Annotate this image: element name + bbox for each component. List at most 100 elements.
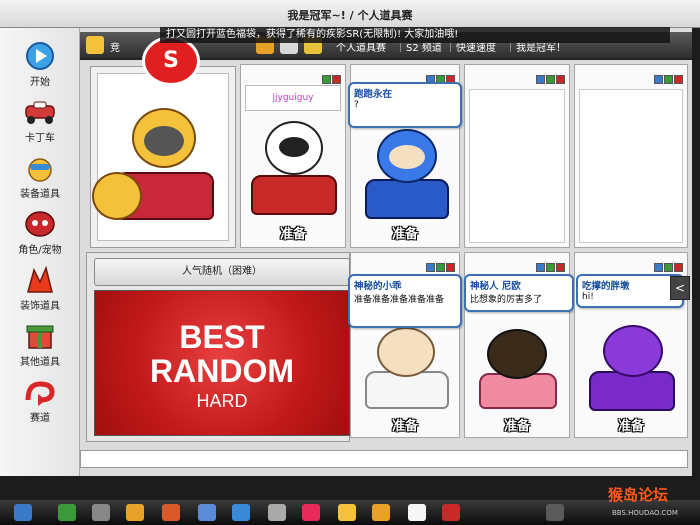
sidebar-item-kart[interactable]: 卡丁车 bbox=[6, 94, 74, 146]
host-face bbox=[144, 126, 184, 156]
track-card[interactable]: BEST RANDOM HARD bbox=[94, 290, 350, 436]
chat-bubble: 神秘的小乖 准备准备准备准备准备 bbox=[348, 274, 462, 328]
help-icon[interactable] bbox=[546, 504, 564, 521]
slot-flags bbox=[653, 69, 683, 84]
room-area: 竞 个人道具赛 S2 频道 快速速度 我是冠军！ S jjyguiguy 准备 bbox=[80, 28, 692, 476]
flag-icon bbox=[536, 263, 545, 272]
bubble-message: hi! bbox=[582, 292, 594, 302]
character-icon bbox=[25, 211, 55, 237]
announcement-ticker: 打又圆打开蓝色福袋，获得了稀有的疾影SR(无限制)! 大家加油哦! bbox=[160, 27, 670, 43]
mode-label-prefix: 竞 bbox=[110, 43, 120, 54]
sidebar-item-track[interactable]: 赛道 bbox=[6, 374, 74, 426]
bubble-message: 准备准备准备准备准备 bbox=[354, 295, 445, 305]
flag-icon bbox=[322, 75, 331, 84]
sidebar-item-character[interactable]: 角色/宠物 bbox=[6, 206, 74, 258]
user-icon bbox=[86, 36, 104, 54]
decoration-icon bbox=[27, 265, 53, 293]
player-character bbox=[603, 325, 663, 377]
player-face bbox=[389, 145, 425, 169]
other-items-icon bbox=[26, 325, 54, 349]
flag-icon bbox=[426, 263, 435, 272]
back-icon[interactable] bbox=[58, 504, 76, 521]
title-bar: 我是冠军~! / 个人道具赛 bbox=[0, 0, 700, 28]
bubble-player-name: 跑跑永在 bbox=[354, 89, 393, 100]
flag-icon bbox=[446, 263, 455, 272]
kart-icon bbox=[25, 101, 55, 124]
item-icon[interactable] bbox=[198, 504, 216, 521]
slot-flags bbox=[425, 69, 455, 84]
sidebar-item-label: 其他道具 bbox=[20, 357, 60, 368]
player-character bbox=[487, 329, 547, 379]
sidebar-item-label: 装备道具 bbox=[20, 189, 60, 200]
track-card-line3: HARD bbox=[196, 391, 248, 411]
guild-icon[interactable] bbox=[338, 504, 356, 521]
ready-status: 准备 bbox=[279, 227, 306, 242]
ranking-icon[interactable] bbox=[372, 504, 390, 521]
sidebar-item-label: 卡丁车 bbox=[25, 133, 55, 144]
sidebar-item-decoration[interactable]: 装饰道具 bbox=[6, 262, 74, 314]
sidebar-item-other-items[interactable]: 其他道具 bbox=[6, 318, 74, 370]
heart-icon[interactable] bbox=[302, 504, 320, 521]
book-icon[interactable] bbox=[408, 504, 426, 521]
host-portrait bbox=[92, 73, 229, 241]
flag-icon bbox=[664, 263, 673, 272]
sidebar: 开始 卡丁车 装备道具 角色/宠物 装饰道具 其他道具 赛道 bbox=[0, 28, 80, 476]
track-icon bbox=[25, 381, 55, 406]
trophy-icon[interactable] bbox=[126, 504, 144, 521]
flag-icon bbox=[546, 75, 555, 84]
sidebar-item-label: 赛道 bbox=[30, 413, 50, 424]
flag-icon bbox=[654, 263, 663, 272]
slot-body bbox=[469, 89, 565, 243]
flag-icon bbox=[332, 75, 341, 84]
slot-flags bbox=[425, 257, 455, 272]
level-badge: S bbox=[142, 36, 200, 86]
player-face bbox=[279, 137, 309, 157]
player-kart bbox=[589, 371, 675, 411]
player-kart bbox=[365, 179, 449, 219]
shop-cart-icon[interactable] bbox=[92, 504, 110, 521]
bubble-player-name: 吃撑的胖墩 bbox=[582, 281, 630, 292]
flag-icon bbox=[556, 263, 565, 272]
slot-body bbox=[579, 89, 683, 243]
bubble-message: ? bbox=[354, 100, 359, 110]
chat-input[interactable] bbox=[80, 450, 688, 468]
player-slot[interactable]: jjyguiguy 准备 bbox=[240, 64, 346, 248]
event-icon[interactable] bbox=[442, 504, 460, 521]
flag-icon bbox=[536, 75, 545, 84]
host-pet bbox=[92, 172, 142, 220]
sidebar-item-equipment[interactable]: 装备道具 bbox=[6, 150, 74, 202]
slot-flags bbox=[653, 257, 683, 272]
ready-status: 准备 bbox=[391, 419, 418, 434]
play-arrow-icon bbox=[26, 42, 54, 70]
gear-icon[interactable] bbox=[232, 504, 250, 521]
player-character bbox=[377, 327, 435, 377]
track-card-line1: BEST bbox=[179, 319, 265, 355]
bubble-player-name: 神秘人 尼欧 bbox=[470, 281, 521, 292]
empty-slot[interactable] bbox=[464, 64, 570, 248]
room-mode-button[interactable]: 人气随机（困难） bbox=[94, 258, 350, 286]
watermark: 猴岛论坛 bbox=[608, 486, 669, 504]
empty-slot[interactable] bbox=[574, 64, 688, 248]
ready-status: 准备 bbox=[391, 227, 418, 242]
ready-status: 准备 bbox=[617, 419, 644, 434]
flag-icon bbox=[674, 75, 683, 84]
flag-icon bbox=[546, 263, 555, 272]
friends-icon[interactable] bbox=[268, 504, 286, 521]
slot-flags bbox=[535, 257, 565, 272]
flag-icon bbox=[556, 75, 565, 84]
sidebar-item-label: 角色/宠物 bbox=[18, 245, 62, 256]
chat-bubble: 吃撑的胖墩 hi! bbox=[576, 274, 684, 308]
sidebar-item-start[interactable]: 开始 bbox=[6, 38, 74, 90]
host-slot[interactable] bbox=[90, 66, 236, 248]
chat-bubble: 跑跑永在 ? bbox=[348, 82, 462, 128]
track-card-line2: RANDOM bbox=[150, 353, 294, 389]
scroll-arrow-button[interactable]: < bbox=[670, 276, 690, 300]
player-kart bbox=[251, 175, 337, 215]
chat-bubble: 神秘人 尼欧 比想象的厉害多了 bbox=[464, 274, 574, 312]
sidebar-item-label: 装饰道具 bbox=[20, 301, 60, 312]
watermark-url: BBS.HOUDAO.COM bbox=[612, 509, 678, 517]
start-icon[interactable] bbox=[14, 504, 32, 521]
player-name: jjyguiguy bbox=[245, 85, 341, 111]
gift-icon[interactable] bbox=[162, 504, 180, 521]
bubble-message: 比想象的厉害多了 bbox=[470, 295, 543, 305]
